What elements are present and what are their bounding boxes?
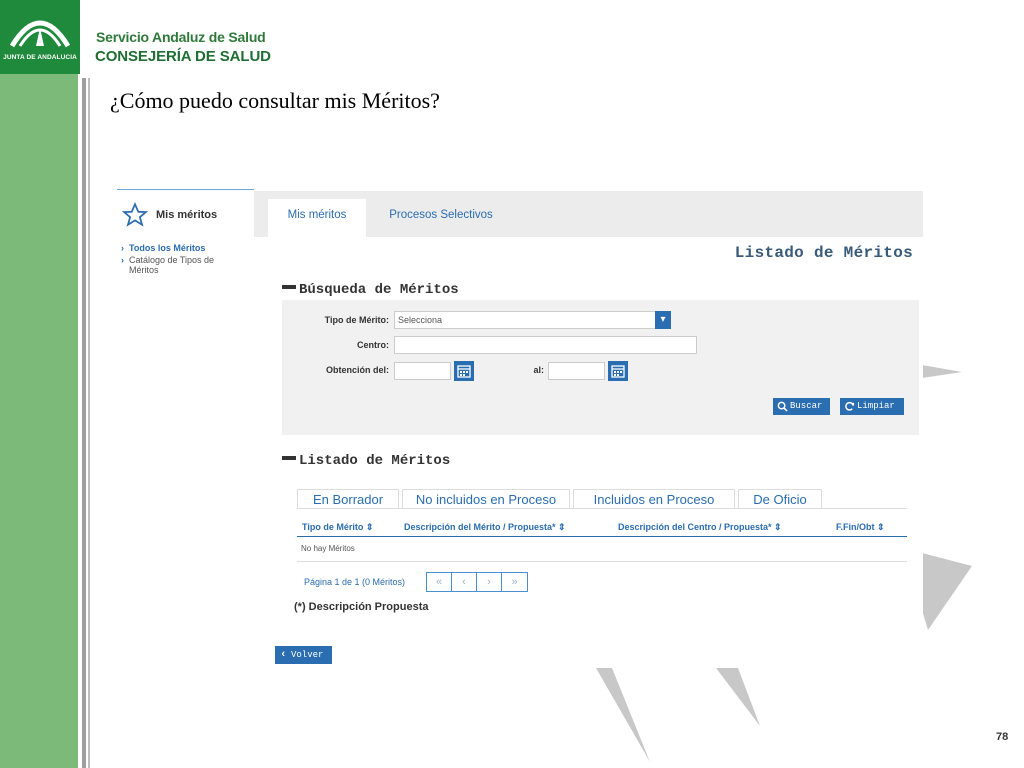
col-tipo-merito[interactable]: Tipo de Mérito ⇕ bbox=[302, 522, 373, 533]
collapse-icon bbox=[282, 285, 296, 290]
search-panel: Tipo de Mérito: Selecciona ▾ Centro: Obt… bbox=[282, 300, 919, 435]
tab-bar: Mis méritos Procesos Selectivos bbox=[254, 191, 923, 237]
calendar-icon[interactable] bbox=[608, 361, 628, 381]
pager: « ‹ › » bbox=[426, 572, 528, 592]
refresh-icon bbox=[845, 401, 855, 411]
tab-procesos-selectivos[interactable]: Procesos Selectivos bbox=[376, 199, 506, 237]
centro-input[interactable] bbox=[394, 336, 697, 354]
empty-message: No hay Méritos bbox=[301, 544, 355, 553]
limpiar-button[interactable]: Limpiar bbox=[840, 398, 904, 415]
row-divider bbox=[297, 561, 907, 562]
volver-button[interactable]: ‹ Volver bbox=[275, 646, 332, 664]
buscar-button[interactable]: Buscar bbox=[773, 398, 830, 415]
calendar-icon[interactable] bbox=[454, 361, 474, 381]
results-section-title[interactable]: Listado de Méritos bbox=[282, 453, 450, 469]
buscar-label: Buscar bbox=[790, 401, 823, 411]
chevron-right-icon: › bbox=[121, 255, 124, 265]
star-icon bbox=[122, 202, 148, 227]
search-icon bbox=[777, 401, 788, 412]
main-panel: Mis méritos Procesos Selectivos Listado … bbox=[254, 189, 923, 668]
sidebar-item-todos-meritos[interactable]: › Todos los Méritos bbox=[121, 243, 205, 253]
section-title-text: Listado de Méritos bbox=[299, 453, 451, 469]
tab-en-borrador[interactable]: En Borrador bbox=[297, 489, 399, 509]
obtencion-label: Obtención del: bbox=[326, 365, 389, 375]
footnote: (*) Descripción Propuesta bbox=[294, 601, 429, 613]
search-section-title[interactable]: Búsqueda de Méritos bbox=[282, 282, 459, 298]
tab-incluidos[interactable]: Incluidos en Proceso bbox=[573, 489, 735, 509]
limpiar-label: Limpiar bbox=[857, 401, 895, 411]
col-fecha-fin[interactable]: F.Fin/Obt ⇕ bbox=[836, 522, 885, 533]
header-divider bbox=[297, 536, 907, 537]
volver-label: Volver bbox=[291, 650, 324, 660]
col-descripcion-centro[interactable]: Descripción del Centro / Propuesta* ⇕ bbox=[618, 522, 782, 533]
tipo-merito-select[interactable]: Selecciona bbox=[394, 311, 656, 329]
tabs-divider bbox=[297, 508, 907, 509]
pager-status: Página 1 de 1 (0 Méritos) bbox=[304, 577, 406, 587]
sidebar-item-label: Méritos bbox=[129, 265, 159, 275]
col-descripcion-merito[interactable]: Descripción del Mérito / Propuesta* ⇕ bbox=[404, 522, 566, 533]
chevron-down-icon[interactable]: ▾ bbox=[655, 311, 671, 329]
last-page-icon[interactable]: » bbox=[502, 573, 527, 591]
tab-mis-meritos[interactable]: Mis méritos bbox=[268, 199, 366, 237]
collapse-icon bbox=[282, 456, 296, 461]
sidebar-item-label: Todos los Méritos bbox=[129, 243, 206, 253]
sidebar-item-label: Catálogo de Tipos de bbox=[129, 255, 215, 265]
prev-page-icon[interactable]: ‹ bbox=[452, 573, 477, 591]
next-page-icon[interactable]: › bbox=[477, 573, 502, 591]
chevron-right-icon: › bbox=[121, 243, 124, 253]
fecha-hasta-input[interactable] bbox=[548, 362, 605, 380]
page-title: Listado de Méritos bbox=[734, 244, 913, 262]
tipo-merito-label: Tipo de Mérito: bbox=[324, 315, 389, 325]
centro-label: Centro: bbox=[357, 340, 389, 350]
tab-de-oficio[interactable]: De Oficio bbox=[738, 489, 822, 509]
slide: JUNTA DE ANDALUCIA Servicio Andaluz de S… bbox=[0, 0, 1024, 768]
page-number: 78 bbox=[996, 731, 1009, 743]
sidebar-item-catalogo[interactable]: › Catálogo de Tipos de Méritos bbox=[121, 255, 214, 275]
al-label: al: bbox=[533, 365, 544, 375]
section-title-text: Búsqueda de Méritos bbox=[299, 282, 459, 298]
sidebar: Mis méritos › Todos los Méritos › Catálogo… bbox=[117, 189, 254, 668]
chevron-left-icon: ‹ bbox=[280, 649, 287, 661]
tab-no-incluidos[interactable]: No incluidos en Proceso bbox=[402, 489, 570, 509]
sidebar-header: Mis méritos bbox=[117, 192, 254, 237]
app-screenshot: Mis méritos › Todos los Méritos › Catálogo… bbox=[117, 189, 923, 668]
first-page-icon[interactable]: « bbox=[427, 573, 452, 591]
fecha-desde-input[interactable] bbox=[394, 362, 451, 380]
sidebar-title: Mis méritos bbox=[156, 209, 218, 221]
